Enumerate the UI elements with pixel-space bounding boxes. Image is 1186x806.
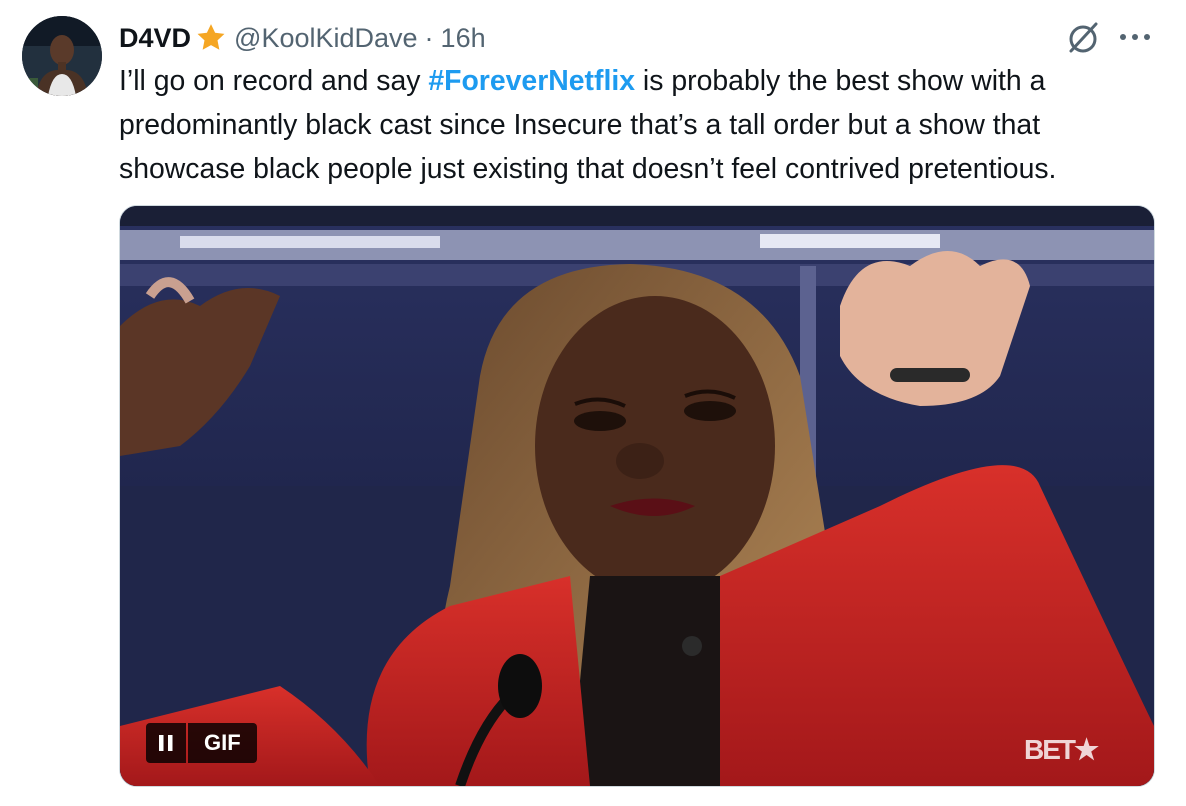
bet-watermark: BET★: [1024, 734, 1099, 765]
tweet-line-3: showcase black people just existing that…: [119, 153, 1057, 185]
gif-frame: [120, 206, 1154, 786]
user-handle[interactable]: @KoolKidDave: [234, 23, 418, 54]
gif-badge: GIF: [188, 723, 257, 763]
avatar-image: [22, 16, 102, 96]
display-name[interactable]: D4VD: [119, 23, 191, 54]
pause-icon: [159, 735, 173, 751]
tweet-text-segment: I’ll go on record and say: [119, 65, 429, 97]
more-dots-icon[interactable]: [1115, 30, 1155, 44]
tweet-line-1: I’ll go on record and say #ForeverNetfli…: [119, 59, 1169, 103]
gif-media[interactable]: GIF BET★: [119, 205, 1155, 787]
hashtag-link[interactable]: #ForeverNetflix: [428, 65, 635, 97]
star-icon: [197, 24, 225, 50]
gif-controls: GIF: [146, 723, 257, 763]
tweet-text: I’ll go on record and say #ForeverNetfli…: [119, 59, 1169, 191]
tweet-line-2: predominantly black cast since Insecure …: [119, 109, 1041, 141]
grok-icon[interactable]: [1063, 18, 1103, 58]
avatar[interactable]: [22, 16, 102, 96]
pause-button[interactable]: [146, 723, 186, 763]
tweet-text-segment: is probably the best show with a: [635, 65, 1046, 97]
separator-dot: ·: [424, 22, 434, 53]
tweet-header: D4VD @KoolKidDave · 16h: [119, 18, 486, 58]
timestamp[interactable]: 16h: [441, 23, 486, 54]
